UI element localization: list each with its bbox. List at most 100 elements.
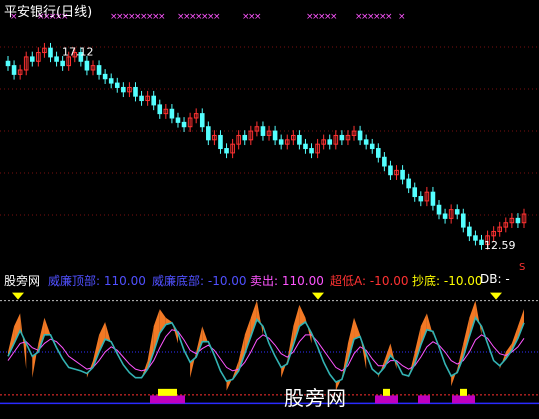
orange-fill-segment xyxy=(293,304,300,346)
candle-body xyxy=(133,86,138,97)
orange-fill-segment xyxy=(250,300,257,337)
chart-canvas: × ××××× ××××××××× ××××××× ××× ××××× ×××××× ×S 1… xyxy=(0,12,539,405)
candle-body xyxy=(108,78,114,84)
sell-triangle-marker xyxy=(12,292,24,300)
candle-body xyxy=(151,95,156,106)
candle-body xyxy=(369,143,375,150)
price-labels: 17.12 12.59 xyxy=(62,45,516,252)
candle-body xyxy=(297,134,302,145)
orange-fill-segment xyxy=(8,326,15,357)
candle-body xyxy=(363,139,369,145)
candlestick-series xyxy=(5,42,527,250)
low-price-label: 12.59 xyxy=(484,239,516,252)
candle-body xyxy=(412,187,418,198)
top-x-marker: × xyxy=(330,12,338,22)
candle-body xyxy=(102,73,108,80)
candle-body xyxy=(460,213,466,228)
candle-body xyxy=(442,213,448,219)
candle-body xyxy=(11,65,17,75)
orange-fill-segment xyxy=(190,352,197,378)
top-x-marker: × xyxy=(254,12,262,22)
candle-body xyxy=(430,191,436,206)
candle-body xyxy=(175,117,181,123)
orange-fill-segment xyxy=(244,317,251,354)
candle-body xyxy=(515,217,521,224)
candle-body xyxy=(479,239,484,246)
sell-triangle-marker xyxy=(312,292,324,300)
indicator-name[interactable]: 股旁网 xyxy=(4,272,40,289)
indicator-panel xyxy=(0,292,539,405)
orange-fill-segment xyxy=(202,326,209,344)
candle-body xyxy=(303,143,308,150)
sell-triangle-marker xyxy=(490,292,502,300)
candle-body xyxy=(157,104,163,115)
candle-body xyxy=(357,130,363,141)
orange-fill-segment xyxy=(44,317,51,335)
orange-fill-segment xyxy=(14,313,21,344)
candle-body xyxy=(382,156,387,167)
candle-body xyxy=(181,121,187,128)
candle-body xyxy=(96,65,102,75)
candle-body xyxy=(60,60,65,67)
candle-body xyxy=(29,56,35,62)
top-x-marker: × xyxy=(398,12,406,22)
legend-superlow-a: 超低A: -10.00 xyxy=(330,274,409,288)
candle-body xyxy=(376,148,381,158)
bottom-signal-block xyxy=(375,395,398,404)
candle-body xyxy=(278,139,284,145)
candle-body xyxy=(260,126,266,136)
orange-fill-segment xyxy=(420,313,427,346)
candle-body xyxy=(199,113,205,128)
candle-body xyxy=(388,165,393,176)
legend-db: DB: - xyxy=(480,272,510,286)
legend-williams-bottom: 威廉底部: -10.00 xyxy=(152,274,247,288)
orange-fill-segment xyxy=(347,317,355,361)
chart-title: 平安银行(日线) xyxy=(4,5,93,20)
candle-body xyxy=(114,82,120,88)
high-price-label: 17.12 xyxy=(62,45,94,58)
buy-signal-box xyxy=(383,388,390,396)
candle-body xyxy=(139,95,144,102)
orange-fill-segment xyxy=(451,369,458,387)
candle-body xyxy=(436,204,442,215)
candle-body xyxy=(418,196,424,202)
top-x-marker: × xyxy=(385,12,393,22)
orange-fill-segment xyxy=(287,326,294,364)
candle-body xyxy=(406,178,411,189)
orange-fill-segment xyxy=(99,322,106,352)
top-x-marker: × xyxy=(158,12,166,22)
legend-williams-top: 威廉顶部: 110.00 xyxy=(48,274,146,288)
candle-body xyxy=(54,56,59,62)
candle-body xyxy=(242,134,248,141)
top-x-marker: × xyxy=(213,12,221,22)
indicator-legend: 股旁网 威廉顶部: 110.00 威廉底部: -10.00 卖出: 110.00… xyxy=(0,270,539,288)
orange-fill-segment xyxy=(384,343,391,368)
candle-body xyxy=(272,130,278,141)
candle-body xyxy=(5,60,11,67)
candle-body xyxy=(121,86,126,93)
legend-sell: 卖出: 110.00 xyxy=(250,274,324,288)
orange-fill-segment xyxy=(256,300,263,335)
buy-signal-box xyxy=(158,388,177,396)
candle-body xyxy=(473,235,478,241)
candle-body xyxy=(84,60,90,71)
orange-fill-segment xyxy=(511,326,518,351)
candle-body xyxy=(224,148,229,154)
watermark-text: 股旁网 xyxy=(284,386,347,410)
candle-body xyxy=(48,47,53,58)
orange-fill-segment xyxy=(354,317,361,340)
bottom-signal-block xyxy=(452,395,475,404)
candle-body xyxy=(169,108,175,119)
candle-body xyxy=(454,209,460,215)
legend-buy-bottom: 抄底: -10.00 xyxy=(412,274,483,288)
candle-body xyxy=(309,148,314,154)
orange-fill-segment xyxy=(153,309,160,352)
candle-body xyxy=(400,169,405,180)
candle-body xyxy=(339,134,345,141)
candle-body xyxy=(218,134,223,150)
candle-body xyxy=(467,226,472,237)
bottom-signal-block xyxy=(150,395,185,404)
orange-fill-segment xyxy=(281,360,288,378)
buy-signal-box xyxy=(460,388,467,396)
cyan-line xyxy=(7,315,525,383)
